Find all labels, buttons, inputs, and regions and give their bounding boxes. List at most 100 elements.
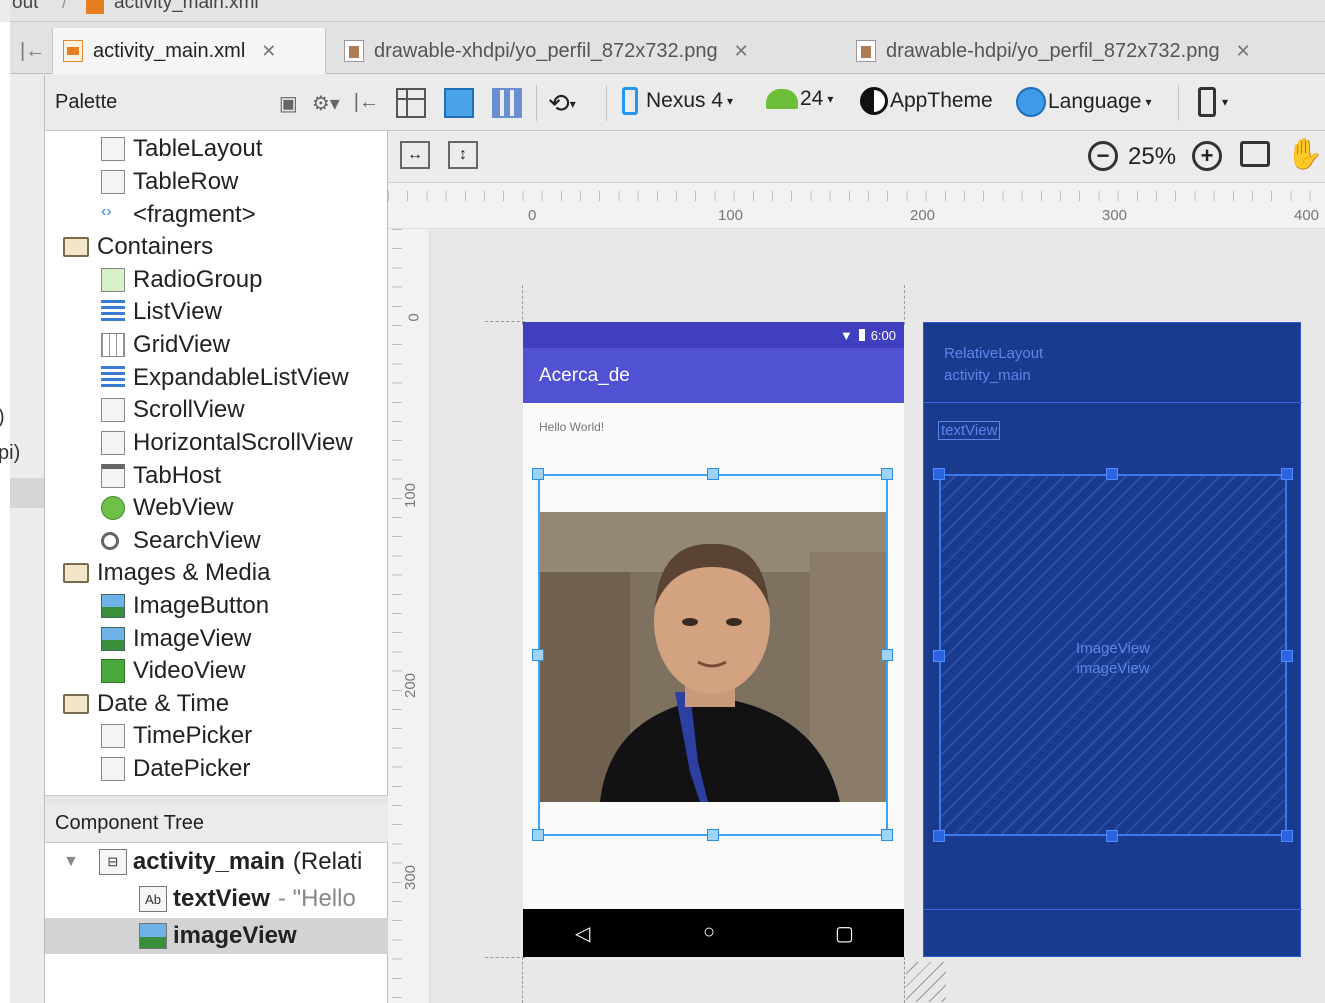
palette-item-datepicker[interactable]: DatePicker [101, 753, 250, 785]
date-picker-icon [101, 757, 125, 781]
resize-handle[interactable] [933, 468, 945, 480]
tab-drawable-xhdpi[interactable]: drawable-xhdpi/yo_perfil_872x732.png ✕ [334, 28, 834, 74]
palette-folder-images-media[interactable]: Images & Media [63, 557, 270, 589]
breadcrumb-item-file[interactable]: activity_main.xml [114, 0, 259, 14]
tree-item-textview[interactable]: Ab textView - "Hello [139, 882, 356, 916]
theme-icon [860, 87, 888, 115]
gutter-text: pi) [0, 442, 21, 464]
ruler-label: 100 [718, 207, 744, 224]
both-views-button[interactable] [492, 88, 522, 118]
blueprint-navbar [924, 909, 1302, 957]
hide-panel-icon[interactable]: |← [354, 91, 379, 116]
theme-label: AppTheme [890, 89, 993, 112]
resize-handle[interactable] [881, 468, 893, 480]
close-icon[interactable]: ✕ [734, 41, 749, 62]
globe-icon [1016, 87, 1046, 117]
resize-handle[interactable] [707, 468, 719, 480]
theme-selector[interactable]: AppTheme [860, 87, 993, 115]
resize-handle[interactable] [1106, 830, 1118, 842]
tab-host-icon [101, 464, 125, 488]
layout-icon[interactable]: ▣ [279, 91, 298, 116]
palette-item-tablelayout[interactable]: TableLayout [101, 133, 262, 165]
time-picker-icon [101, 724, 125, 748]
home-icon[interactable]: ○ [703, 921, 715, 944]
palette-item-gridview[interactable]: GridView [101, 329, 230, 361]
resize-handle[interactable] [707, 829, 719, 841]
guide-line [522, 285, 523, 325]
resize-handle[interactable] [933, 650, 945, 662]
designer-toolbar: ⟲ ▾ Nexus 4 ▾ 24 ▾ AppTheme Language ▾ ▾ [388, 75, 1325, 131]
resize-handle[interactable] [1281, 468, 1293, 480]
resize-handle[interactable] [532, 649, 544, 661]
device-selector[interactable]: Nexus 4 ▾ [622, 87, 733, 115]
palette-item-listview[interactable]: ListView [101, 296, 222, 328]
palette-folder-date-time[interactable]: Date & Time [63, 688, 229, 720]
ruler-label: 400 [1294, 207, 1320, 224]
status-time: 6:00 [870, 327, 896, 343]
blueprint-view-button[interactable] [444, 88, 474, 118]
zoom-in-button[interactable]: + [1192, 141, 1222, 171]
tab-activity-main[interactable]: activity_main.xml ✕ [52, 28, 326, 74]
resize-handle[interactable] [1281, 830, 1293, 842]
back-icon[interactable]: ◁ [575, 921, 590, 946]
palette-item-imageview[interactable]: ImageView [101, 623, 251, 655]
vertical-ruler: 0 100 200 300 [388, 229, 430, 1003]
palette-item-expandablelistview[interactable]: ExpandableListView [101, 362, 349, 394]
orientation-button[interactable]: ⟲ ▾ [548, 88, 576, 119]
palette-item-horizontalscrollview[interactable]: HorizontalScrollView [101, 427, 353, 459]
palette-item-webview[interactable]: WebView [101, 492, 234, 524]
resize-handle[interactable] [532, 829, 544, 841]
zoom-out-button[interactable]: − [1088, 141, 1118, 171]
palette-item-label: DatePicker [133, 755, 251, 782]
palette-item-radiogroup[interactable]: RadioGroup [101, 264, 262, 296]
resize-handle[interactable] [881, 829, 893, 841]
resize-handle[interactable] [906, 962, 946, 1002]
navigation-bar: ◁ ○ ▢ [523, 909, 904, 957]
blueprint-imageview[interactable]: ImageView imageView [939, 474, 1287, 836]
image-view-icon [139, 923, 167, 949]
expand-horizontal-icon: ↔ [400, 141, 430, 169]
hello-textview[interactable]: Hello World! [539, 420, 604, 434]
designer-subtoolbar: ↔ ↕ − 25% + ✋ [388, 131, 1325, 183]
palette-item-imagebutton[interactable]: ImageButton [101, 590, 269, 622]
expand-horizontal-button[interactable]: ↔ [400, 141, 430, 169]
palette-item-tablerow[interactable]: TableRow [101, 166, 238, 198]
language-selector[interactable]: Language ▾ [1016, 87, 1151, 117]
zoom-out-icon: − [1088, 141, 1118, 171]
resize-handle[interactable] [1281, 650, 1293, 662]
design-view-button[interactable] [396, 88, 426, 118]
gear-icon[interactable]: ⚙▾ [312, 91, 340, 116]
tree-item-activity-main[interactable]: ▼ ⊟ activity_main (Relati [63, 845, 362, 879]
resize-handle[interactable] [933, 830, 945, 842]
resize-handle[interactable] [532, 468, 544, 480]
palette-item-videoview[interactable]: VideoView [101, 655, 246, 687]
blueprint-textview[interactable]: textView [938, 421, 1001, 440]
close-icon[interactable]: ✕ [1236, 41, 1251, 62]
palette-item-tabhost[interactable]: TabHost [101, 460, 221, 492]
design-icon [396, 88, 426, 118]
imageview-selection[interactable] [538, 474, 888, 836]
palette-item-label: ScrollView [133, 396, 245, 423]
palette-folder-containers[interactable]: Containers [63, 231, 213, 263]
palette-item-searchview[interactable]: SearchView [101, 525, 261, 557]
tree-item-imageview[interactable]: imageView [139, 919, 297, 953]
expand-vertical-button[interactable]: ↕ [448, 141, 478, 169]
side-gutter: ) pi) [0, 400, 44, 520]
palette-item-scrollview[interactable]: ScrollView [101, 394, 245, 426]
resize-handle[interactable] [881, 649, 893, 661]
palette-item-fragment[interactable]: ‹› <fragment> [101, 199, 256, 231]
image-file-icon [344, 40, 364, 62]
close-icon[interactable]: ✕ [261, 41, 276, 62]
resize-handle[interactable] [1106, 468, 1118, 480]
zoom-fit-button[interactable] [1240, 141, 1270, 167]
palette-item-timepicker[interactable]: TimePicker [101, 720, 252, 752]
tab-drawable-hdpi[interactable]: drawable-hdpi/yo_perfil_872x732.png ✕ [846, 28, 1325, 74]
recents-icon[interactable]: ▢ [835, 921, 854, 946]
breadcrumb-item-out[interactable]: out [12, 0, 38, 14]
panel-splitter[interactable] [45, 795, 389, 805]
device-menu-button[interactable]: ▾ [1198, 87, 1228, 117]
collapse-icon[interactable]: |← [10, 28, 46, 74]
api-selector[interactable]: 24 ▾ [766, 87, 833, 111]
pan-hand-button[interactable]: ✋ [1286, 137, 1323, 172]
chevron-down-icon[interactable]: ▼ [63, 853, 79, 871]
